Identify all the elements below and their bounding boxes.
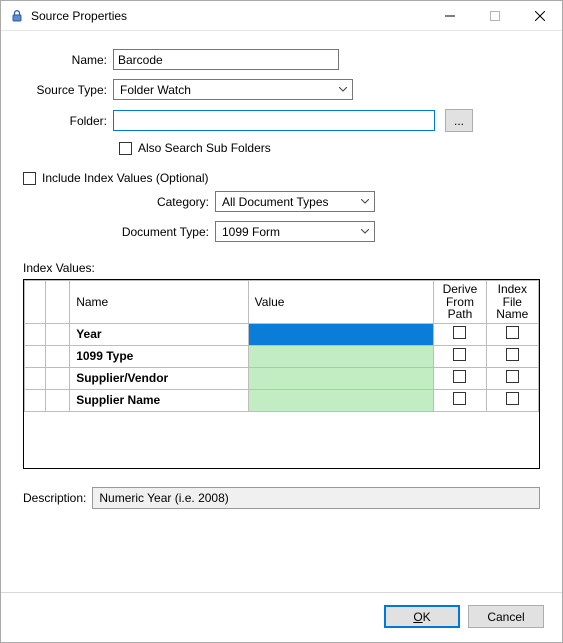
dialog-footer: OK Cancel: [1, 592, 562, 642]
derive-checkbox[interactable]: [453, 392, 466, 405]
row-handle[interactable]: [46, 367, 70, 389]
lock-icon: [9, 8, 25, 24]
cell-value[interactable]: [248, 389, 434, 411]
folder-label: Folder:: [23, 114, 113, 128]
grid-header-blank1: [25, 281, 46, 324]
dialog-body: Name: Source Type: Folder Watch Folder: …: [1, 31, 562, 592]
ifname-checkbox[interactable]: [506, 392, 519, 405]
table-row[interactable]: Supplier/Vendor: [25, 367, 539, 389]
maximize-button: [472, 1, 517, 30]
doctype-dropdown[interactable]: 1099 Form: [215, 221, 375, 242]
source-type-dropdown[interactable]: Folder Watch: [113, 79, 353, 100]
grid-header-name[interactable]: Name: [70, 281, 248, 324]
minimize-button[interactable]: [427, 1, 472, 30]
close-button[interactable]: [517, 1, 562, 30]
cell-ifname[interactable]: [486, 367, 538, 389]
titlebar: Source Properties: [1, 1, 562, 31]
category-dropdown[interactable]: All Document Types: [215, 191, 375, 212]
cancel-button[interactable]: Cancel: [468, 605, 544, 628]
name-label: Name:: [23, 53, 113, 67]
chevron-down-icon: [338, 85, 348, 95]
doctype-value: 1099 Form: [222, 225, 280, 239]
name-input[interactable]: [113, 49, 339, 70]
chevron-down-icon: [360, 227, 370, 237]
cell-derive[interactable]: [434, 389, 486, 411]
table-row[interactable]: Year: [25, 323, 539, 345]
ok-button[interactable]: OK: [384, 605, 460, 628]
window-title: Source Properties: [31, 9, 427, 23]
description-field: Numeric Year (i.e. 2008): [92, 487, 540, 509]
cell-name[interactable]: Supplier/Vendor: [70, 367, 248, 389]
chevron-down-icon: [360, 197, 370, 207]
cell-derive[interactable]: [434, 323, 486, 345]
cell-value[interactable]: [248, 323, 434, 345]
folder-browse-button[interactable]: ...: [445, 109, 473, 132]
ifname-checkbox[interactable]: [506, 348, 519, 361]
table-row[interactable]: Supplier Name: [25, 389, 539, 411]
category-value: All Document Types: [222, 195, 329, 209]
grid-header-blank2: [46, 281, 70, 324]
also-search-sub-label: Also Search Sub Folders: [138, 141, 271, 155]
window: Source Properties Name: Source Type: Fol…: [0, 0, 563, 643]
table-row[interactable]: 1099 Type: [25, 345, 539, 367]
doctype-label: Document Type:: [45, 225, 215, 239]
source-type-label: Source Type:: [23, 83, 113, 97]
include-index-checkbox[interactable]: [23, 172, 36, 185]
cell-ifname[interactable]: [486, 389, 538, 411]
row-handle[interactable]: [25, 345, 46, 367]
index-values-label: Index Values:: [23, 261, 540, 275]
grid-header-ifname[interactable]: IndexFileName: [486, 281, 538, 324]
source-type-value: Folder Watch: [120, 83, 191, 97]
cell-value[interactable]: [248, 345, 434, 367]
cell-derive[interactable]: [434, 345, 486, 367]
derive-checkbox[interactable]: [453, 348, 466, 361]
grid-header-row: Name Value DeriveFromPath IndexFileName: [25, 281, 539, 324]
row-handle[interactable]: [46, 389, 70, 411]
ifname-checkbox[interactable]: [506, 326, 519, 339]
cell-name[interactable]: Supplier Name: [70, 389, 248, 411]
include-subform: Category: All Document Types Document Ty…: [23, 191, 540, 251]
derive-checkbox[interactable]: [453, 370, 466, 383]
include-index-label: Include Index Values (Optional): [42, 171, 209, 185]
derive-checkbox[interactable]: [453, 326, 466, 339]
row-handle[interactable]: [46, 323, 70, 345]
folder-input[interactable]: [113, 110, 435, 131]
cell-derive[interactable]: [434, 367, 486, 389]
description-label: Description:: [23, 491, 86, 505]
cell-ifname[interactable]: [486, 345, 538, 367]
cell-value[interactable]: [248, 367, 434, 389]
row-handle[interactable]: [25, 367, 46, 389]
grid-header-derive[interactable]: DeriveFromPath: [434, 281, 486, 324]
index-values-grid: Name Value DeriveFromPath IndexFileName …: [23, 279, 540, 469]
cell-name[interactable]: 1099 Type: [70, 345, 248, 367]
row-handle[interactable]: [25, 389, 46, 411]
also-search-sub-checkbox[interactable]: [119, 142, 132, 155]
cell-name[interactable]: Year: [70, 323, 248, 345]
category-label: Category:: [45, 195, 215, 209]
row-handle[interactable]: [46, 345, 70, 367]
grid-header-value[interactable]: Value: [248, 281, 434, 324]
ifname-checkbox[interactable]: [506, 370, 519, 383]
row-handle[interactable]: [25, 323, 46, 345]
cell-ifname[interactable]: [486, 323, 538, 345]
